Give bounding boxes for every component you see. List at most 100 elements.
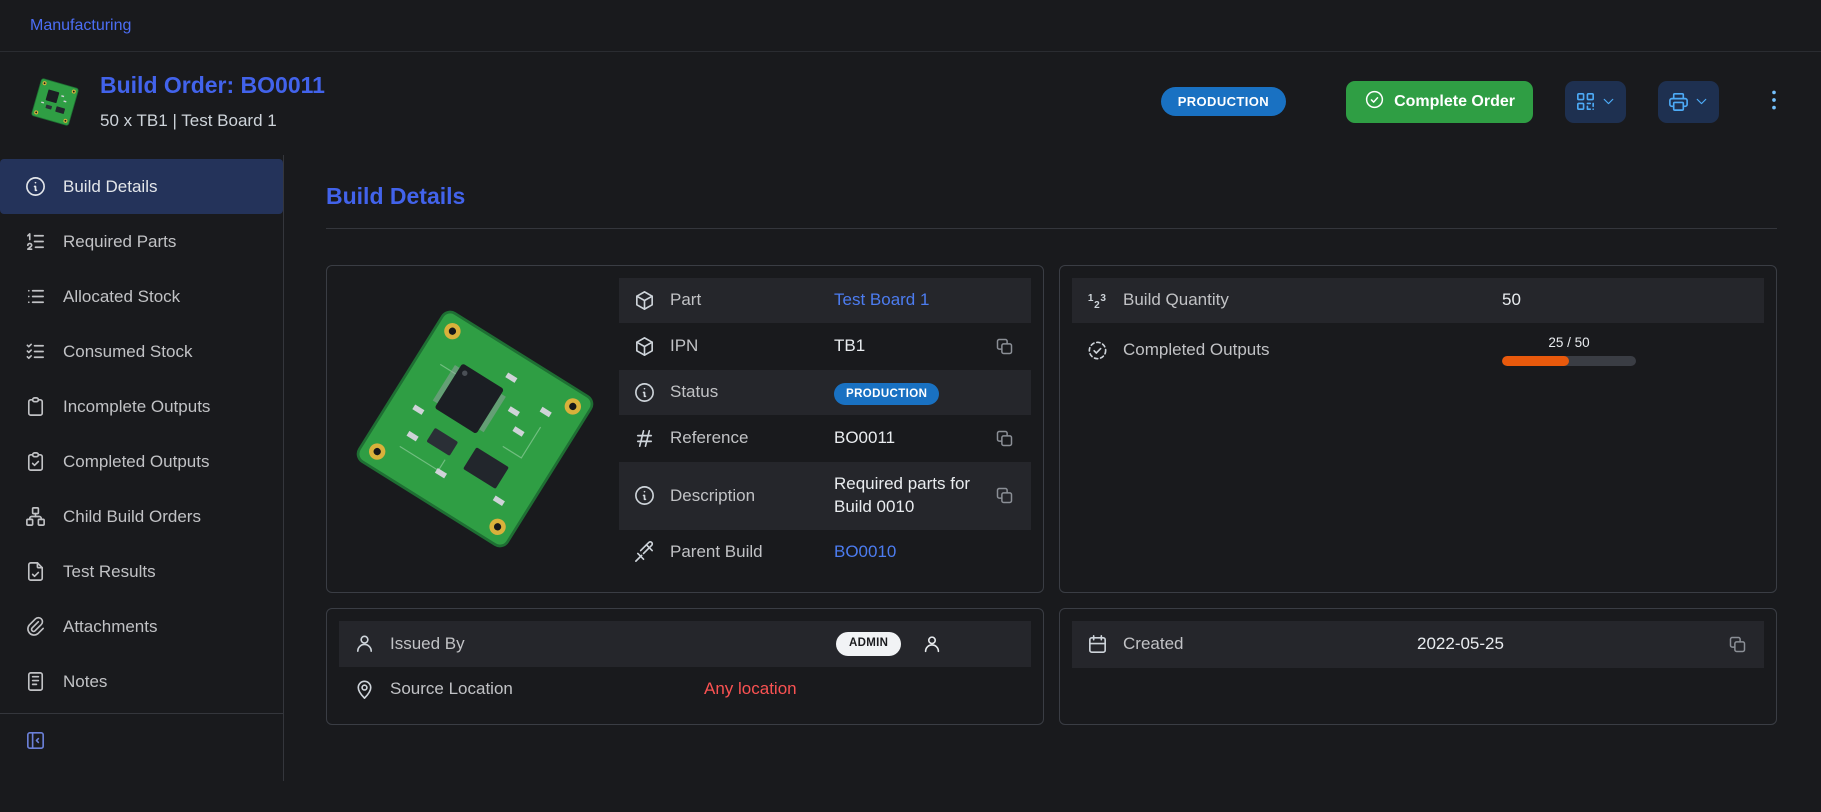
build-details-card: Part Test Board 1 IPN TB1 Status	[326, 265, 1044, 593]
tools-icon	[633, 541, 656, 564]
box-icon	[633, 289, 656, 312]
sidebar-item-allocated-stock[interactable]: Allocated Stock	[0, 269, 283, 324]
sidebar-item-label: Required Parts	[63, 232, 176, 252]
list-check-icon	[24, 340, 47, 363]
sidebar-item-notes[interactable]: Notes	[0, 654, 283, 709]
barcode-actions-button[interactable]	[1565, 81, 1626, 123]
detail-row-part: Part Test Board 1	[619, 278, 1031, 323]
sidebar-item-incomplete-outputs[interactable]: Incomplete Outputs	[0, 379, 283, 434]
clipboard-icon	[24, 395, 47, 418]
section-heading: Build Details	[326, 183, 1777, 210]
sidebar-item-label: Allocated Stock	[63, 287, 180, 307]
detail-row-parent-build: Parent Build BO0010	[619, 530, 1031, 575]
sidebar-item-child-build-orders[interactable]: Child Build Orders	[0, 489, 283, 544]
page-body: Build Details Required Parts Allocated S…	[0, 155, 1821, 781]
copy-button[interactable]	[992, 483, 1017, 508]
build-thumbnail[interactable]	[30, 77, 80, 127]
more-actions-button[interactable]	[1757, 83, 1791, 120]
ipn-value: TB1	[834, 335, 978, 358]
row-label: Reference	[670, 427, 820, 449]
printer-icon	[1667, 90, 1690, 113]
created-row: Created 2022-05-25	[1072, 621, 1764, 668]
row-label: Completed Outputs	[1123, 339, 1488, 361]
sidebar-item-completed-outputs[interactable]: Completed Outputs	[0, 434, 283, 489]
sidebar-item-consumed-stock[interactable]: Consumed Stock	[0, 324, 283, 379]
svg-text:2: 2	[1094, 300, 1100, 311]
copy-button[interactable]	[992, 334, 1017, 359]
sidebar-item-build-details[interactable]: Build Details	[0, 159, 283, 214]
notes-icon	[24, 670, 47, 693]
numbers-123-icon: 123	[1086, 289, 1109, 312]
row-label: Description	[670, 485, 820, 507]
row-label: Created	[1123, 633, 1403, 655]
circle-dashed-check-icon	[1086, 339, 1109, 362]
sidebar-item-label: Completed Outputs	[63, 452, 209, 472]
hash-icon	[633, 427, 656, 450]
created-value: 2022-05-25	[1417, 633, 1711, 656]
issued-card: Issued By ADMIN Source Location Any loca…	[326, 608, 1044, 725]
row-label: Parent Build	[670, 541, 820, 563]
calendar-icon	[1086, 633, 1109, 656]
sidebar-item-label: Test Results	[63, 562, 156, 582]
svg-text:1: 1	[1088, 293, 1094, 304]
pcb-thumbnail-image	[30, 77, 79, 126]
complete-order-label: Complete Order	[1394, 93, 1515, 111]
source-location-value: Any location	[704, 678, 1017, 701]
breadcrumb-manufacturing[interactable]: Manufacturing	[30, 17, 131, 35]
sidebar-item-label: Build Details	[63, 177, 158, 197]
copy-icon	[994, 485, 1015, 506]
sidebar-item-test-results[interactable]: Test Results	[0, 544, 283, 599]
clipboard-check-icon	[24, 450, 47, 473]
sidebar-item-required-parts[interactable]: Required Parts	[0, 214, 283, 269]
progress-track	[1502, 356, 1636, 366]
row-label: IPN	[670, 335, 820, 357]
part-image[interactable]	[339, 278, 611, 580]
user-icon	[921, 633, 943, 655]
parent-build-link[interactable]: BO0010	[834, 542, 896, 561]
completed-outputs-progress: 25 / 50	[1502, 334, 1636, 366]
reference-value: BO0011	[834, 427, 978, 450]
build-progress-card: 123 Build Quantity 50 Completed Outputs …	[1059, 265, 1777, 593]
app-root: Manufacturing Build Order: BO0011 50 x T…	[0, 0, 1821, 781]
dots-vertical-icon	[1761, 87, 1787, 113]
svg-text:3: 3	[1100, 293, 1106, 304]
detail-table: Part Test Board 1 IPN TB1 Status	[619, 278, 1031, 575]
status-badge: PRODUCTION	[834, 383, 939, 405]
build-quantity-row: 123 Build Quantity 50	[1072, 278, 1764, 323]
row-label: Status	[670, 381, 820, 403]
issued-by-badge: ADMIN	[836, 632, 901, 656]
build-quantity-value: 50	[1502, 289, 1750, 312]
chevron-down-icon	[1693, 93, 1710, 110]
detail-row-ipn: IPN TB1	[619, 323, 1031, 370]
paperclip-icon	[24, 615, 47, 638]
collapse-sidebar-button[interactable]	[0, 714, 71, 767]
info-circle-icon	[633, 484, 656, 507]
copy-button[interactable]	[992, 426, 1017, 451]
sidebar-item-label: Consumed Stock	[63, 342, 192, 362]
copy-button[interactable]	[1725, 632, 1750, 657]
row-label: Part	[670, 289, 820, 311]
part-link[interactable]: Test Board 1	[834, 290, 929, 309]
user-icon	[353, 632, 376, 655]
sidebar-item-label: Attachments	[63, 617, 158, 637]
qr-code-icon	[1574, 90, 1597, 113]
circle-check-icon	[1364, 89, 1385, 115]
heading-divider	[326, 228, 1777, 229]
box-icon	[633, 335, 656, 358]
complete-order-button[interactable]: Complete Order	[1346, 81, 1533, 123]
copy-icon	[994, 336, 1015, 357]
breadcrumb: Manufacturing	[0, 0, 1821, 52]
row-label: Source Location	[390, 678, 690, 700]
copy-icon	[994, 428, 1015, 449]
sidebar-item-label: Incomplete Outputs	[63, 397, 210, 417]
status-badge: PRODUCTION	[1161, 87, 1286, 116]
info-circle-icon	[633, 381, 656, 404]
info-circle-icon	[24, 175, 47, 198]
map-pin-icon	[353, 678, 376, 701]
page-subtitle: 50 x TB1 | Test Board 1	[100, 111, 325, 131]
print-actions-button[interactable]	[1658, 81, 1719, 123]
sidebar-item-attachments[interactable]: Attachments	[0, 599, 283, 654]
sidebar: Build Details Required Parts Allocated S…	[0, 155, 284, 781]
details-grid: Part Test Board 1 IPN TB1 Status	[326, 265, 1777, 725]
pcb-image	[350, 304, 601, 555]
